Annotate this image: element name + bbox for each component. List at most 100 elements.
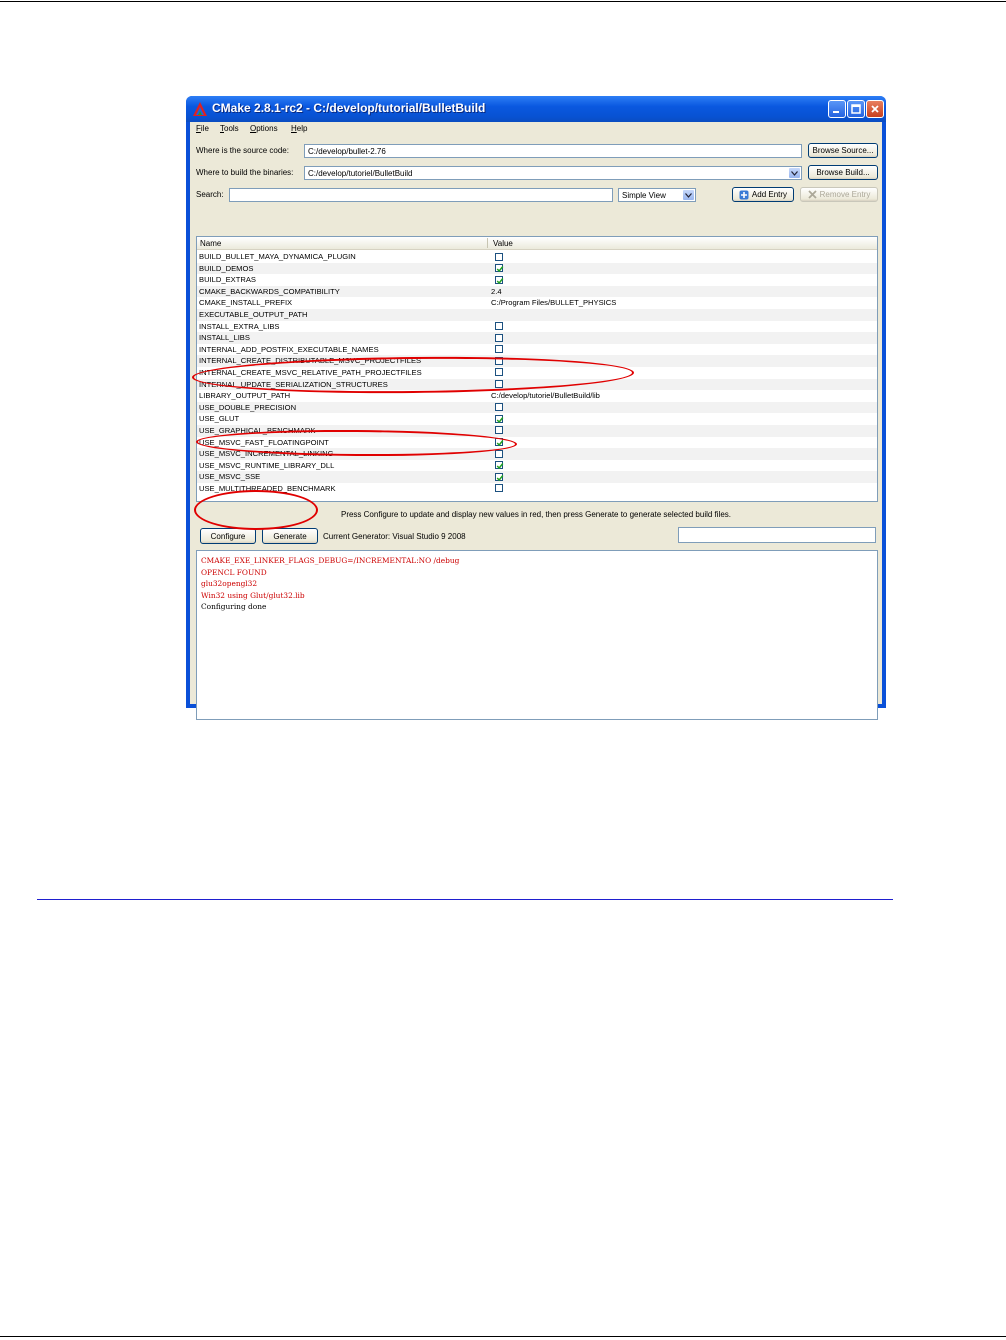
- entry-name: CMAKE_BACKWARDS_COMPATIBILITY: [199, 286, 340, 296]
- entry-checkbox[interactable]: [495, 345, 503, 354]
- window-title: CMake 2.8.1-rc2 - C:/develop/tutorial/Bu…: [212, 101, 486, 115]
- add-entry-button[interactable]: Add Entry: [732, 187, 794, 202]
- chevron-down-icon[interactable]: [789, 168, 800, 178]
- title-bar[interactable]: CMake 2.8.1-rc2 - C:/develop/tutorial/Bu…: [186, 96, 886, 122]
- entry-name: INTERNAL_CREATE_DISTRIBUTABLE_MSVC_PROJE…: [199, 356, 422, 366]
- check-icon: [496, 277, 504, 284]
- entry-checkbox[interactable]: [495, 449, 503, 458]
- entry-checkbox[interactable]: [495, 275, 504, 284]
- entry-checkbox[interactable]: [495, 461, 504, 470]
- check-icon: [496, 463, 504, 470]
- entry-checkbox[interactable]: [495, 322, 503, 331]
- table-row[interactable]: INTERNAL_UPDATE_SERIALIZATION_STRUCTURES: [197, 378, 877, 391]
- hyperlink-underline: [37, 899, 893, 900]
- remove-entry-button[interactable]: Remove Entry: [800, 187, 878, 202]
- entry-checkbox[interactable]: [495, 414, 504, 423]
- entry-checkbox[interactable]: [495, 368, 503, 377]
- source-label: Where is the source code:: [196, 146, 289, 155]
- table-row[interactable]: INTERNAL_ADD_POSTFIX_EXECUTABLE_NAMES: [197, 344, 877, 356]
- maximize-button[interactable]: [847, 100, 865, 118]
- entry-checkbox[interactable]: [495, 472, 504, 481]
- output-line: CMAKE_EXE_LINKER_FLAGS_DEBUG=/INCREMENTA…: [201, 556, 460, 565]
- table-row[interactable]: INSTALL_EXTRA_LIBS: [197, 321, 877, 333]
- table-row[interactable]: USE_MSVC_SSE: [197, 471, 877, 483]
- table-row[interactable]: USE_DOUBLE_PRECISION: [197, 401, 877, 414]
- search-label: Search:: [196, 190, 224, 199]
- table-row[interactable]: BUILD_BULLET_MAYA_DYNAMICA_PLUGIN: [197, 251, 877, 263]
- entry-value[interactable]: 2.4: [491, 286, 502, 298]
- minimize-icon: [833, 111, 839, 113]
- output-log[interactable]: CMAKE_EXE_LINKER_FLAGS_DEBUG=/INCREMENTA…: [196, 550, 878, 720]
- entry-checkbox[interactable]: [495, 380, 503, 389]
- table-row[interactable]: LIBRARY_OUTPUT_PATH C:/develop/tutoriel/B…: [197, 390, 877, 402]
- entry-checkbox[interactable]: [495, 426, 503, 435]
- table-row[interactable]: EXECUTABLE_OUTPUT_PATH: [197, 308, 877, 321]
- remove-icon: [808, 190, 817, 199]
- minimize-button[interactable]: [828, 100, 846, 118]
- table-row[interactable]: USE_MSVC_INCREMENTAL_LINKING: [197, 448, 877, 460]
- table-row[interactable]: INTERNAL_CREATE_MSVC_RELATIVE_PATH_PROJE…: [197, 367, 877, 379]
- menu-tools[interactable]: Tools: [220, 124, 239, 133]
- entry-checkbox[interactable]: [495, 403, 503, 412]
- chevron-down-icon[interactable]: [683, 190, 694, 200]
- table-row[interactable]: USE_MSVC_RUNTIME_LIBRARY_DLL: [197, 460, 877, 472]
- configure-button[interactable]: Configure: [200, 528, 256, 544]
- page-bottom-rule: [0, 1336, 1006, 1337]
- entry-value[interactable]: C:/develop/tutoriel/BulletBuild/lib: [491, 390, 600, 402]
- build-path-combobox[interactable]: C:/develop/tutoriel/BulletBuild: [304, 166, 802, 180]
- table-body: BUILD_BULLET_MAYA_DYNAMICA_PLUGIN BUILD_D…: [197, 251, 877, 494]
- entry-name: INSTALL_LIBS: [199, 333, 250, 343]
- table-row[interactable]: INTERNAL_CREATE_DISTRIBUTABLE_MSVC_PROJE…: [197, 355, 877, 367]
- entry-name: USE_DOUBLE_PRECISION: [199, 402, 297, 412]
- hint-text: Press Configure to update and display ne…: [340, 510, 731, 519]
- entry-checkbox[interactable]: [495, 252, 503, 261]
- column-header-value[interactable]: Value: [493, 239, 513, 248]
- entry-checkbox[interactable]: [495, 484, 503, 493]
- build-label: Where to build the binaries:: [196, 168, 294, 177]
- output-line: OPENCL FOUND: [201, 567, 267, 577]
- column-header-name[interactable]: Name: [200, 239, 221, 248]
- add-entry-label: Add Entry: [751, 190, 788, 199]
- entry-name: INSTALL_EXTRA_LIBS: [199, 321, 280, 331]
- entry-checkbox[interactable]: [495, 264, 504, 273]
- page-top-rule: [0, 1, 1006, 2]
- cache-table: Name Value BUILD_BULLET_MAYA_DYNAMICA_PL…: [196, 236, 878, 502]
- check-icon: [496, 416, 504, 423]
- table-row[interactable]: CMAKE_INSTALL_PREFIX C:/Program Files/BUL…: [197, 297, 877, 309]
- entry-name: INTERNAL_ADD_POSTFIX_EXECUTABLE_NAMES: [199, 344, 379, 354]
- entry-name: USE_MSVC_RUNTIME_LIBRARY_DLL: [199, 460, 335, 470]
- table-row[interactable]: INSTALL_LIBS: [197, 332, 877, 344]
- table-row[interactable]: CMAKE_BACKWARDS_COMPATIBILITY 2.4: [197, 285, 877, 298]
- entry-name: USE_MSVC_INCREMENTAL_LINKING: [199, 449, 334, 459]
- table-row[interactable]: USE_GLUT: [197, 413, 877, 425]
- remove-entry-label: Remove Entry: [819, 190, 871, 199]
- column-divider[interactable]: [487, 238, 488, 248]
- menu-options[interactable]: Options: [250, 124, 278, 133]
- view-select[interactable]: Simple View: [618, 188, 696, 202]
- table-header: Name Value: [197, 237, 877, 250]
- menu-file[interactable]: File: [196, 124, 209, 133]
- generate-button[interactable]: Generate: [262, 528, 318, 544]
- entry-value[interactable]: C:/Program Files/BULLET_PHYSICS: [491, 297, 616, 309]
- table-row[interactable]: USE_GRAPHICAL_BENCHMARK: [197, 424, 877, 437]
- progress-bar: [678, 527, 876, 543]
- entry-checkbox[interactable]: [495, 438, 504, 447]
- maximize-icon: [851, 104, 861, 114]
- search-input[interactable]: [229, 188, 613, 202]
- browse-build-button[interactable]: Browse Build...: [808, 165, 878, 180]
- source-path-input[interactable]: C:/develop/bullet-2.76: [304, 144, 802, 158]
- entry-checkbox[interactable]: [495, 333, 503, 342]
- entry-checkbox[interactable]: [495, 356, 503, 365]
- menu-bar: File Tools Options Help: [190, 122, 882, 136]
- table-row[interactable]: USE_MSVC_FAST_FLOATINGPOINT: [197, 437, 877, 449]
- table-row[interactable]: BUILD_DEMOS: [197, 262, 877, 275]
- table-row[interactable]: USE_MULTITHREADED_BENCHMARK: [197, 483, 877, 495]
- entry-name: USE_GLUT: [199, 414, 240, 424]
- add-icon: [739, 190, 749, 199]
- output-line: Configuring done: [201, 602, 267, 612]
- menu-help[interactable]: Help: [291, 124, 307, 133]
- close-button[interactable]: [866, 100, 884, 118]
- entry-name: BUILD_BULLET_MAYA_DYNAMICA_PLUGIN: [199, 252, 356, 261]
- browse-source-button[interactable]: Browse Source...: [808, 143, 878, 158]
- table-row[interactable]: BUILD_EXTRAS: [197, 274, 877, 286]
